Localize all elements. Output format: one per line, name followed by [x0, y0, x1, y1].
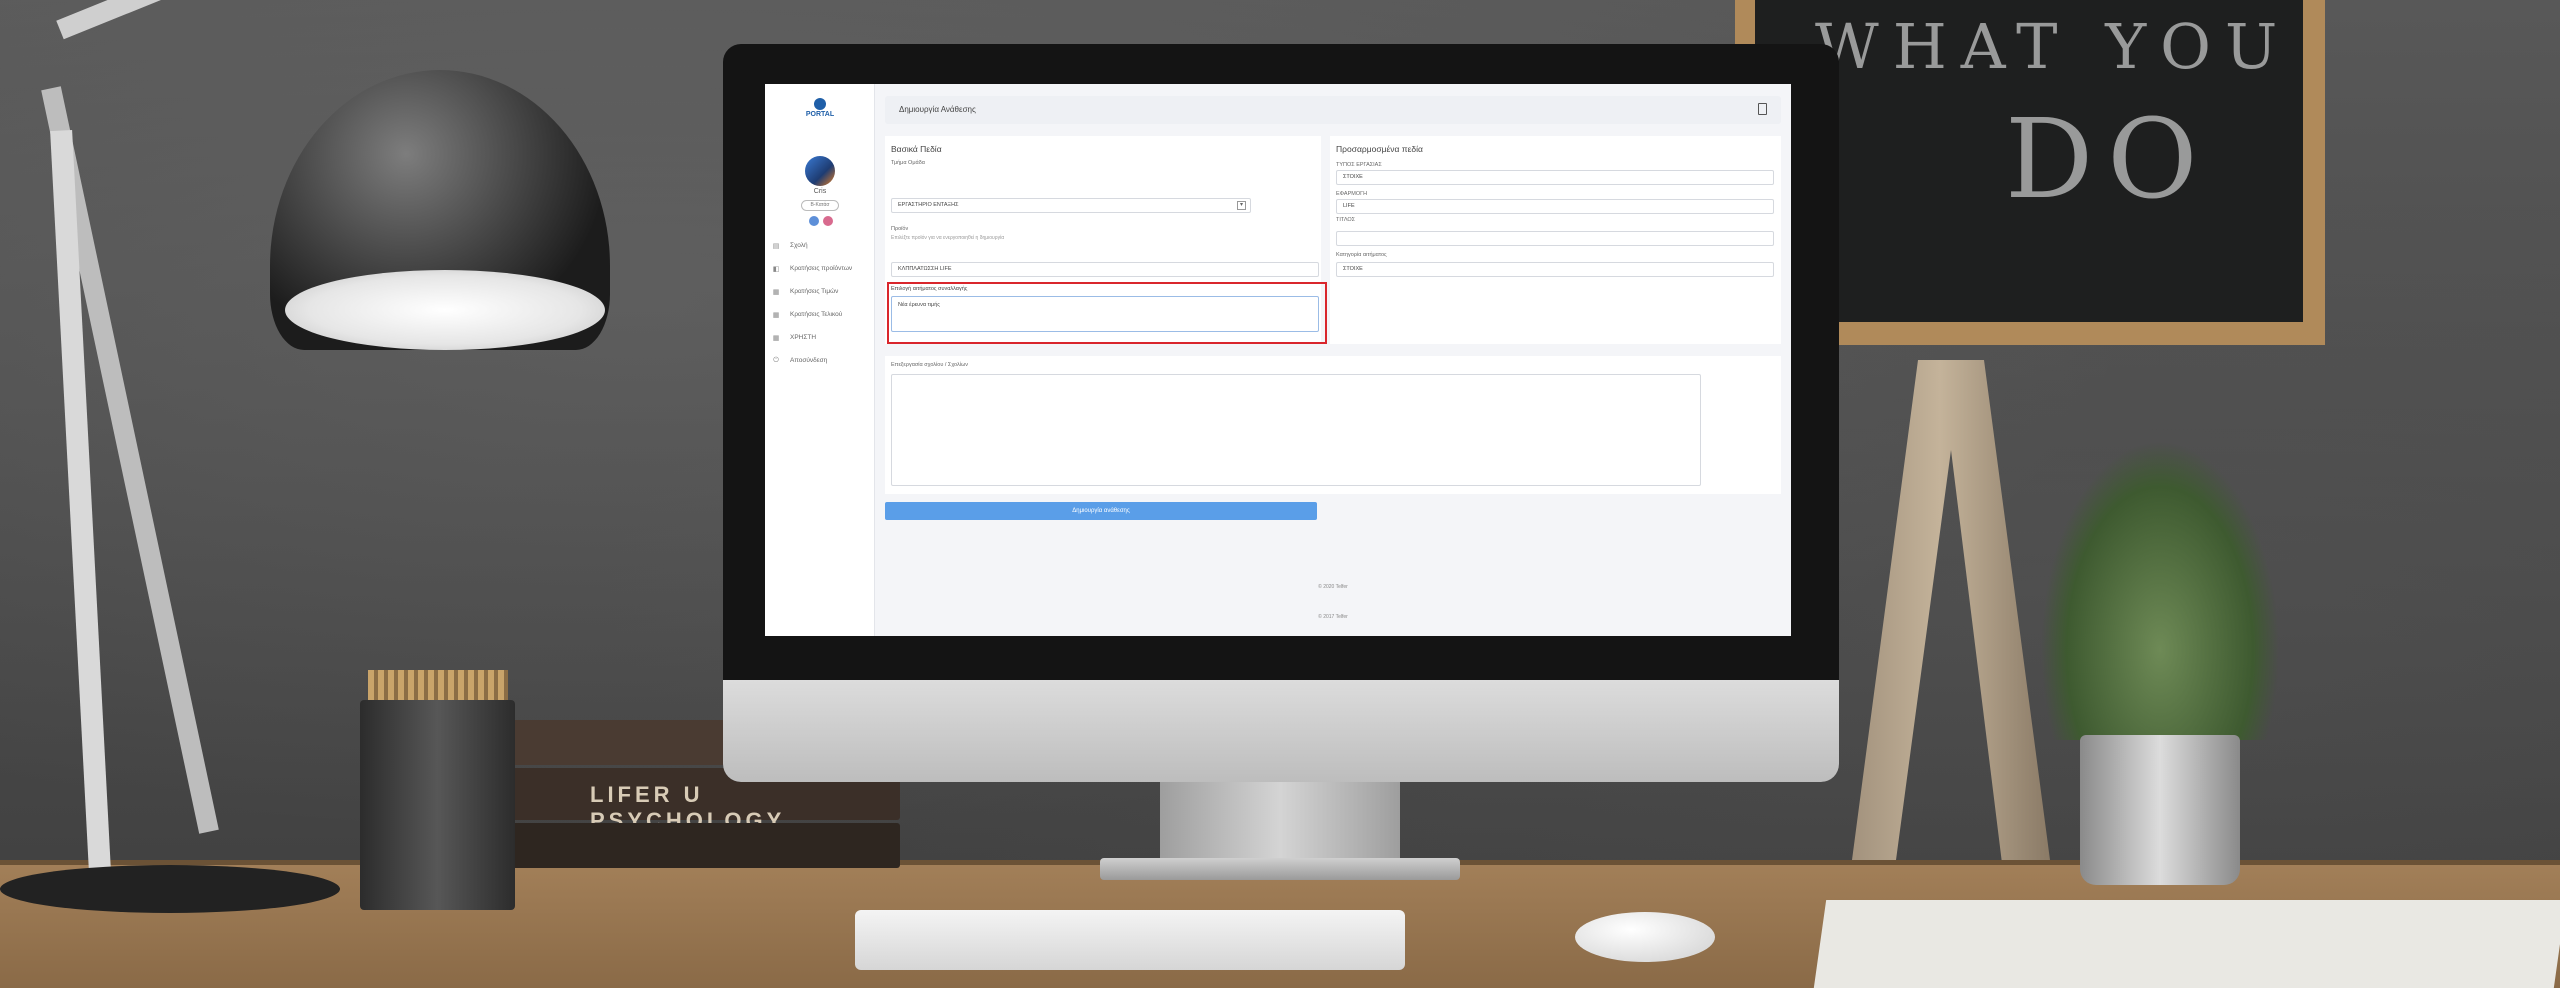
main-content: Δημιουργία Ανάθεσης Βασικά Πεδία Τμήμα Ο…	[875, 84, 1791, 636]
custom-field-label: ΕΦΑΡΜΟΓΗ	[1336, 191, 1368, 197]
comments-label: Επεξεργασία σχολίου / Σχολίων	[891, 362, 969, 368]
custom-field-value: ΣΤΟΙΧΕ	[1343, 266, 1363, 272]
sidebar-item-price-bookings[interactable]: ▦ Κρατήσεις Τιμών	[771, 280, 871, 303]
mouse	[1575, 912, 1715, 962]
papers	[1813, 900, 2560, 988]
book-bottom	[510, 823, 900, 868]
list-icon: ▤	[772, 242, 780, 250]
custom-fields-title: Προσαρμοσμένα πεδία	[1336, 144, 1423, 154]
page-header: Δημιουργία Ανάθεσης	[885, 96, 1781, 124]
create-assignment-button[interactable]: Δημιουργία ανάθεσης	[885, 502, 1317, 520]
avatar[interactable]	[805, 156, 835, 186]
footer-copyright: © 2020 Telfer	[1318, 584, 1348, 590]
plant-pot	[2080, 735, 2240, 885]
sidebar-item-school[interactable]: ▤ Σχολή	[771, 234, 871, 257]
sidebar-item-label: Κρατήσεις προϊόντων	[790, 265, 853, 272]
user-name: Cris	[813, 188, 827, 195]
chalkboard-text-bottom: DO	[2005, 95, 2212, 223]
product-select[interactable]: ΚΛΠΠΛΑΤΩΣΣΗ LIFE	[891, 262, 1319, 277]
monitor-chin	[723, 680, 1839, 782]
request-label: Επιλογή αιτήματος συναλλαγής	[891, 286, 968, 292]
app-logo[interactable]: PORTAL	[785, 98, 855, 124]
sidebar-item-label: Κρατήσεις Τιμών	[790, 288, 839, 295]
page-title: Δημιουργία Ανάθεσης	[899, 105, 976, 114]
product-hint: Επιλέξτε προϊόν για να ενεργοποιηθεί η δ…	[891, 235, 1005, 241]
sidebar-item-label: Κρατήσεις Τελικού	[790, 311, 843, 318]
settings-icon[interactable]	[809, 216, 819, 226]
basic-fields-card: Βασικά Πεδία Τμήμα Ομάδα ΕΡΓΑΣΤΗΡΙΟ ΕΝΤΑ…	[885, 136, 1327, 344]
comments-textarea[interactable]	[891, 374, 1701, 486]
custom-field-label: ΤΥΠΟΣ ΕΡΓΑΣΙΑΣ	[1336, 162, 1382, 168]
background-scene: WHAT YOU DO LIFER U PSYCHOLOGY PORTAL Cr…	[0, 0, 2560, 988]
user-badge[interactable]: Β-Κατάσ	[801, 200, 839, 211]
custom-field-value: ΣΤΟΙΧΕ	[1343, 174, 1363, 180]
sidebar-item-user[interactable]: ▦ ΧΡΗΣΤΗ	[771, 326, 871, 349]
logo-text: PORTAL	[805, 111, 835, 118]
sidebar: PORTAL Cris Β-Κατάσ ▤ Σχολή ◧ Κρατήσεις πρ…	[765, 84, 875, 636]
logo-icon	[814, 98, 826, 110]
lamp-bulb-glow	[285, 270, 605, 350]
pencil-cup	[360, 700, 515, 910]
custom-fields-card: Προσαρμοσμένα πεδία ΤΥΠΟΣ ΕΡΓΑΣΙΑΣ ΣΤΟΙΧ…	[1330, 136, 1781, 344]
sidebar-item-logout[interactable]: ⏻ Αποσύνδεση	[771, 349, 871, 372]
custom-field-label: Κατηγορία αιτήματος	[1336, 252, 1387, 258]
custom-field-input[interactable]: ΣΤΟΙΧΕ	[1336, 170, 1774, 185]
basic-fields-title: Βασικά Πεδία	[891, 144, 942, 154]
comments-card: Επεξεργασία σχολίου / Σχολίων	[885, 356, 1781, 494]
product-value: ΚΛΠΠΛΑΤΩΣΣΗ LIFE	[898, 266, 952, 272]
wooden-letter-a	[1852, 360, 2050, 860]
department-value: ΕΡΓΑΣΤΗΡΙΟ ΕΝΤΑΞΗΣ	[898, 202, 959, 208]
request-input[interactable]: Νέα έρευνα τιμής	[891, 296, 1319, 332]
trash-icon[interactable]	[1758, 103, 1767, 115]
monitor-stand-foot	[1100, 858, 1460, 880]
monitor-stand-neck	[1160, 782, 1400, 867]
request-value: Νέα έρευνα τιμής	[898, 302, 940, 308]
sidebar-nav: ▤ Σχολή ◧ Κρατήσεις προϊόντων ▦ Κρατήσεις Τ…	[771, 234, 871, 372]
product-label: Προϊόν	[891, 226, 909, 232]
chalkboard-text-top: WHAT YOU	[1815, 10, 2292, 83]
sidebar-item-label: Αποσύνδεση	[790, 357, 828, 364]
monitor-screen: PORTAL Cris Β-Κατάσ ▤ Σχολή ◧ Κρατήσεις πρ…	[765, 84, 1791, 636]
grid-icon: ▦	[772, 311, 780, 319]
grid-icon: ▦	[772, 288, 780, 296]
grid-icon: ▦	[772, 334, 780, 342]
footer-copyright-secondary: © 2017 Telfer	[1318, 614, 1348, 620]
department-select[interactable]: ΕΡΓΑΣΤΗΡΙΟ ΕΝΤΑΞΗΣ ▾	[891, 198, 1251, 213]
power-icon: ⏻	[773, 356, 779, 364]
sidebar-item-label: ΧΡΗΣΤΗ	[790, 334, 817, 341]
custom-field-value: LIFE	[1343, 203, 1355, 209]
sidebar-item-final-bookings[interactable]: ▦ Κρατήσεις Τελικού	[771, 303, 871, 326]
tablet-icon: ◧	[772, 265, 780, 273]
lamp-arm-top	[56, 0, 370, 40]
keyboard	[855, 910, 1405, 970]
lamp-base	[0, 865, 340, 913]
plant	[2040, 440, 2280, 740]
user-icons	[805, 216, 839, 226]
sidebar-item-label: Σχολή	[790, 242, 808, 249]
chevron-down-icon[interactable]: ▾	[1237, 201, 1246, 210]
custom-field-label: ΤΙΤΛΟΣ	[1336, 217, 1356, 223]
heart-icon[interactable]	[823, 216, 833, 226]
department-label: Τμήμα Ομάδα	[891, 160, 925, 166]
custom-field-input[interactable]: LIFE	[1336, 199, 1774, 214]
sidebar-item-product-bookings[interactable]: ◧ Κρατήσεις προϊόντων	[771, 257, 871, 280]
custom-field-input[interactable]	[1336, 231, 1774, 246]
custom-field-input[interactable]: ΣΤΟΙΧΕ	[1336, 262, 1774, 277]
